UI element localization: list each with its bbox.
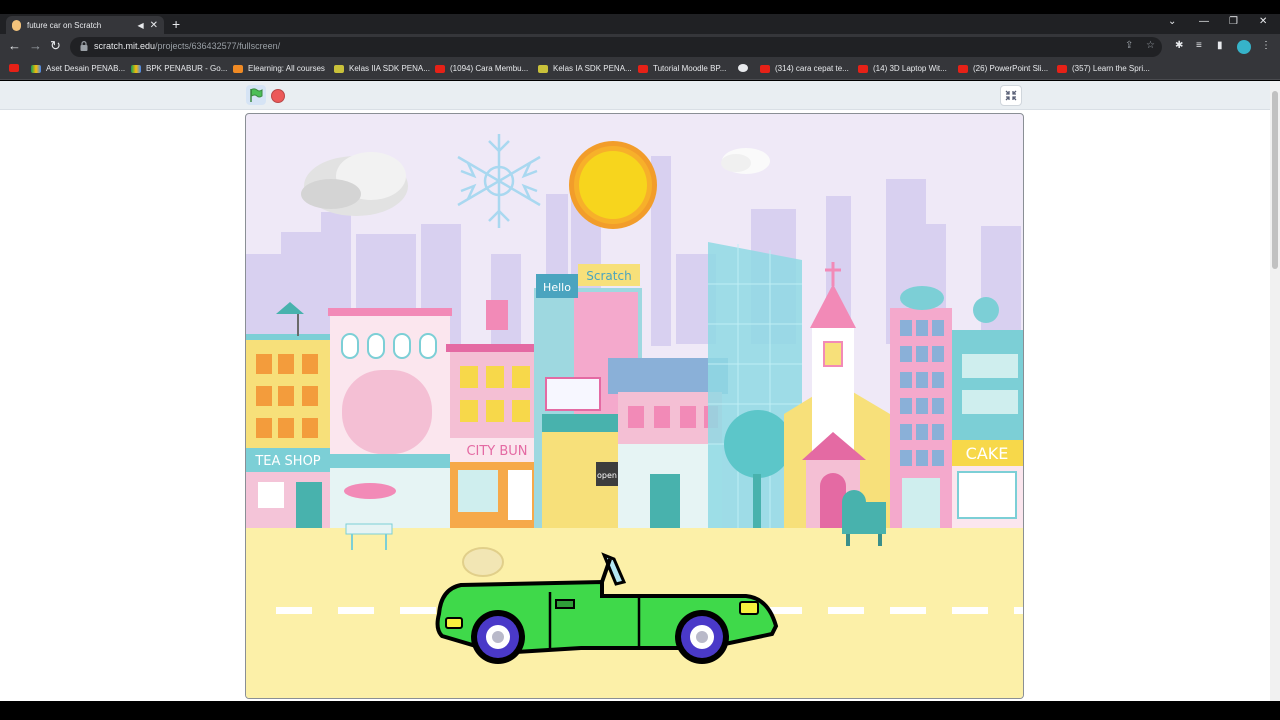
- hello-sign: Hello: [543, 281, 571, 294]
- window-close-icon[interactable]: ✕: [1259, 16, 1267, 27]
- scratch-controls-bar: [0, 81, 1270, 110]
- scrollbar-thumb[interactable]: [1272, 91, 1278, 269]
- extensions-icon[interactable]: ✱: [1175, 40, 1183, 51]
- cloud-small: [721, 148, 770, 174]
- browser-tab[interactable]: future car on Scratch ◀︎ ✕: [6, 16, 164, 34]
- stage-scene: TEA SHOP CITY BUN Hello Scratch open CAK…: [246, 134, 1023, 698]
- youtube-icon: [9, 64, 19, 72]
- youtube-icon: [638, 64, 648, 73]
- globe-icon: [738, 64, 748, 72]
- youtube-icon: [435, 64, 445, 73]
- youtube-icon: [1057, 64, 1067, 73]
- tea-shop-sign: TEA SHOP: [254, 454, 320, 469]
- page-scrollbar[interactable]: [1270, 81, 1280, 701]
- profile-avatar[interactable]: [1237, 40, 1251, 54]
- tab-close-icon[interactable]: ✕: [150, 20, 158, 31]
- tab-title: future car on Scratch: [27, 20, 102, 30]
- classroom-icon: [538, 64, 548, 73]
- bookmark-item[interactable]: Tutorial Moodle BP...: [638, 64, 726, 73]
- classroom-icon: [334, 64, 344, 73]
- green-flag-button[interactable]: [246, 85, 266, 105]
- cake-sign: CAKE: [966, 444, 1009, 463]
- scratch-favicon-icon: [12, 19, 21, 31]
- address-bar[interactable]: scratch.mit.edu/projects/636432577/fulls…: [70, 37, 1162, 57]
- green-flag-icon: [250, 88, 263, 102]
- bookmark-item[interactable]: (357) Learn the Spri...: [1057, 64, 1150, 73]
- shrink-icon: [1005, 90, 1017, 101]
- apartment-building: [890, 286, 952, 528]
- sun: [569, 141, 657, 229]
- tab-strip: future car on Scratch ◀︎ ✕ + ⌄ — ❐ ✕: [0, 14, 1280, 34]
- youtube-icon: [760, 64, 770, 73]
- bookmark-item[interactable]: (1094) Cara Membu...: [435, 64, 528, 73]
- speaker-icon[interactable]: ◀︎: [137, 21, 143, 30]
- bookmark-item[interactable]: BPK PENABUR - Go...: [131, 64, 227, 73]
- letterbox-top: [0, 0, 1280, 14]
- bookmark-item[interactable]: Elearning: All courses: [233, 64, 325, 73]
- back-icon[interactable]: ←: [8, 39, 21, 53]
- pie-item: [462, 547, 504, 577]
- screen: future car on Scratch ◀︎ ✕ + ⌄ — ❐ ✕ ← →…: [0, 0, 1280, 720]
- cloud-large: [301, 152, 408, 216]
- minimize-icon[interactable]: —: [1199, 16, 1209, 27]
- google-drive-icon: [31, 64, 41, 73]
- media-control-icon[interactable]: ≡: [1196, 40, 1202, 51]
- reload-icon[interactable]: ↻: [50, 39, 61, 53]
- cake-shop-building: CAKE: [952, 297, 1023, 528]
- bookmark-item[interactable]: (314) cara cepat te...: [760, 64, 849, 73]
- bookmark-item[interactable]: Kelas IIA SDK PENA...: [334, 64, 430, 73]
- city-bun-sign: CITY BUN: [466, 444, 527, 459]
- bookmark-item[interactable]: (14) 3D Laptop Wit...: [858, 64, 947, 73]
- url-path: /projects/636432577/fullscreen/: [155, 41, 281, 51]
- bookmark-star-icon[interactable]: ☆: [1146, 40, 1155, 51]
- forward-icon[interactable]: →: [29, 39, 42, 53]
- scratch-sign: Scratch: [586, 269, 631, 283]
- stop-button[interactable]: [271, 89, 285, 103]
- open-sign: open: [597, 471, 617, 480]
- side-panel-icon[interactable]: ▮: [1217, 40, 1223, 51]
- tab-search-icon[interactable]: ⌄: [1168, 16, 1176, 27]
- bookmark-item[interactable]: Aset Desain PENAB...: [31, 64, 125, 73]
- url-domain: scratch.mit.edu: [94, 41, 156, 51]
- moodle-icon: [233, 64, 243, 73]
- menu-kebab-icon[interactable]: ⋮: [1261, 40, 1271, 51]
- letterbox-bottom: [0, 701, 1280, 720]
- google-drive-icon: [131, 64, 141, 73]
- bookmark-item[interactable]: [738, 64, 753, 72]
- bookmarks-bar: Aset Desain PENAB... BPK PENABUR - Go...…: [0, 60, 1280, 80]
- youtube-icon: [958, 64, 968, 73]
- bookmark-item[interactable]: [9, 64, 24, 72]
- share-icon[interactable]: ⇪: [1125, 40, 1133, 51]
- restore-icon[interactable]: ❐: [1229, 16, 1238, 27]
- boutique-building: [328, 308, 452, 528]
- new-tab-button[interactable]: +: [172, 16, 180, 32]
- browser-toolbar: ← → ↻ scratch.mit.edu/projects/636432577…: [0, 34, 1280, 60]
- exit-fullscreen-button[interactable]: [1000, 85, 1022, 106]
- project-stage[interactable]: TEA SHOP CITY BUN Hello Scratch open CAK…: [245, 113, 1024, 699]
- page-content: TEA SHOP CITY BUN Hello Scratch open CAK…: [0, 81, 1270, 701]
- url-text: scratch.mit.edu/projects/636432577/fulls…: [94, 41, 280, 51]
- bookmark-item[interactable]: Kelas IA SDK PENA...: [538, 64, 632, 73]
- youtube-icon: [858, 64, 868, 73]
- bookmark-item[interactable]: (26) PowerPoint Sli...: [958, 64, 1048, 73]
- snowflake: [457, 134, 541, 228]
- tea-shop-building: TEA SHOP: [246, 302, 332, 528]
- lock-icon: [80, 41, 88, 51]
